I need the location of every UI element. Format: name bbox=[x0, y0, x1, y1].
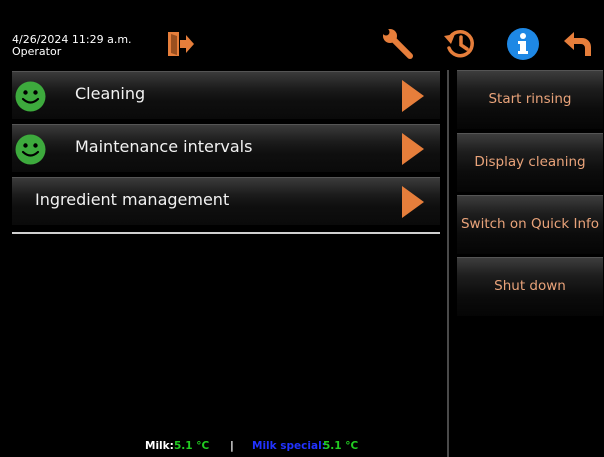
smiley-ok-icon bbox=[15, 81, 46, 112]
menu-item-ingredient-management[interactable]: Ingredient management bbox=[12, 177, 440, 225]
status-info: 4/26/2024 11:29 a.m. Operator bbox=[12, 34, 132, 58]
menu-item-cleaning[interactable]: Cleaning bbox=[12, 71, 440, 119]
menu-item-label: Ingredient management bbox=[35, 190, 230, 209]
smiley-ok-icon bbox=[15, 134, 46, 165]
start-rinsing-button[interactable]: Start rinsing bbox=[457, 70, 603, 129]
milk-special-temp: 5.1 °C bbox=[323, 440, 359, 452]
menu-item-label: Maintenance intervals bbox=[75, 137, 253, 156]
milk-label: Milk: bbox=[145, 440, 174, 452]
menu-item-label: Cleaning bbox=[75, 84, 146, 103]
menu-divider bbox=[12, 232, 440, 234]
header-bar: 4/26/2024 11:29 a.m. Operator bbox=[0, 0, 604, 70]
history-icon[interactable] bbox=[440, 22, 480, 66]
milk-temp: 5.1 °C bbox=[174, 440, 210, 452]
button-label: Shut down bbox=[494, 278, 566, 294]
wrench-icon[interactable] bbox=[378, 22, 418, 66]
back-icon[interactable] bbox=[560, 22, 600, 66]
separator: | bbox=[230, 440, 234, 452]
chevron-right-icon bbox=[402, 80, 424, 112]
panel-divider bbox=[447, 70, 449, 457]
milk-special-label: Milk special: bbox=[252, 440, 326, 452]
info-icon[interactable] bbox=[503, 22, 543, 66]
logout-icon[interactable] bbox=[160, 22, 200, 66]
quick-info-button[interactable]: Switch on Quick Info bbox=[457, 195, 603, 254]
chevron-right-icon bbox=[402, 186, 424, 218]
menu-item-maintenance-intervals[interactable]: Maintenance intervals bbox=[12, 124, 440, 172]
button-label: Switch on Quick Info bbox=[460, 216, 600, 232]
button-label: Display cleaning bbox=[474, 154, 586, 170]
display-cleaning-button[interactable]: Display cleaning bbox=[457, 133, 603, 192]
chevron-right-icon bbox=[402, 133, 424, 165]
button-label: Start rinsing bbox=[488, 91, 572, 107]
shut-down-button[interactable]: Shut down bbox=[457, 257, 603, 316]
user-role-label: Operator bbox=[12, 45, 62, 58]
